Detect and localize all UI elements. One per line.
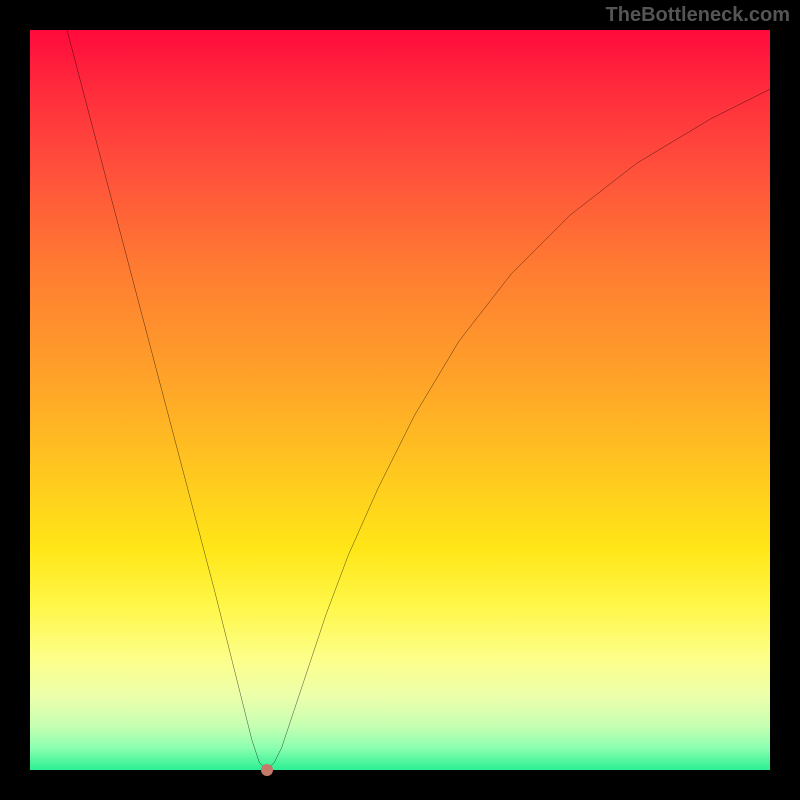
chart-marker-dot (261, 764, 273, 776)
watermark-text: TheBottleneck.com (606, 4, 790, 27)
chart-curve (30, 30, 770, 770)
